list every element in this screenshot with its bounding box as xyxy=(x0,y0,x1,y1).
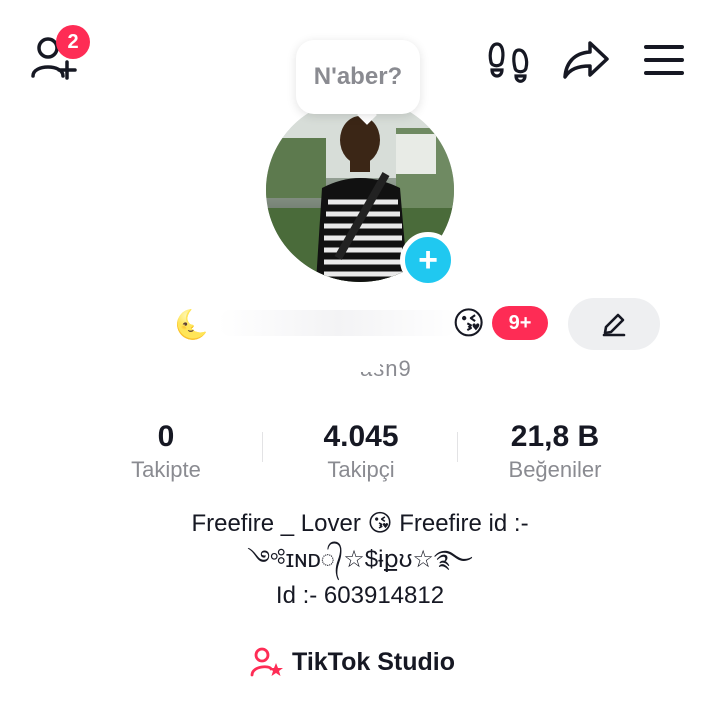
share-profile-button[interactable] xyxy=(560,36,612,84)
friend-request-badge: 2 xyxy=(56,25,90,59)
display-name-row: 🌜 😘 9+ xyxy=(170,298,560,346)
notification-badge[interactable]: 9+ xyxy=(492,306,548,340)
profile-bio: Freefire _ Lover 😘 Freefire id :- ༺ɪɴᴅ᭄☆… xyxy=(0,506,720,614)
following-count: 0 xyxy=(157,420,175,453)
status-bubble-text: N'aber? xyxy=(313,63,403,90)
stats-divider xyxy=(262,432,263,462)
pencil-icon xyxy=(602,313,626,337)
edit-profile-button[interactable] xyxy=(568,298,660,350)
username-redaction xyxy=(340,352,380,372)
followers-stat[interactable]: 4.045 Takipçi xyxy=(271,418,451,484)
likes-stat[interactable]: 21,8 B Beğeniler xyxy=(465,418,645,484)
likes-label: Beğeniler xyxy=(508,457,602,482)
display-name-blurred xyxy=(218,310,458,336)
name-emoji-left: 🌜 xyxy=(174,309,209,340)
bio-line: Id :- 603914812 xyxy=(275,582,445,609)
plus-icon: + xyxy=(418,241,438,279)
status-bubble[interactable]: N'aber? xyxy=(296,40,420,114)
bio-line: Freefire _ Lover 😘 Freefire id :- xyxy=(191,510,529,537)
following-stat[interactable]: 0 Takipte xyxy=(76,418,256,484)
bio-line: ༺ɪɴᴅ᭄☆$ɨքʊ☆࿐ xyxy=(247,546,473,573)
profile-stats: 0 Takipte 4.045 Takipçi 21,8 B Beğeniler xyxy=(0,418,720,488)
likes-count: 21,8 B xyxy=(510,420,600,453)
footprints-icon xyxy=(488,42,529,83)
share-icon xyxy=(563,41,609,79)
stats-divider xyxy=(457,432,458,462)
followers-label: Takipçi xyxy=(327,457,395,482)
menu-button[interactable] xyxy=(640,38,688,82)
profile-views-button[interactable] xyxy=(486,38,532,86)
add-story-button[interactable]: + xyxy=(400,232,456,288)
tiktok-studio-label: TikTok Studio xyxy=(292,647,455,676)
tiktok-studio-link[interactable]: TikTok Studio xyxy=(250,642,480,682)
followers-count: 4.045 xyxy=(323,420,399,453)
name-emoji-right: 😘 xyxy=(452,305,486,341)
menu-icon xyxy=(644,45,684,75)
creator-star-icon xyxy=(250,647,283,677)
following-label: Takipte xyxy=(131,457,201,482)
